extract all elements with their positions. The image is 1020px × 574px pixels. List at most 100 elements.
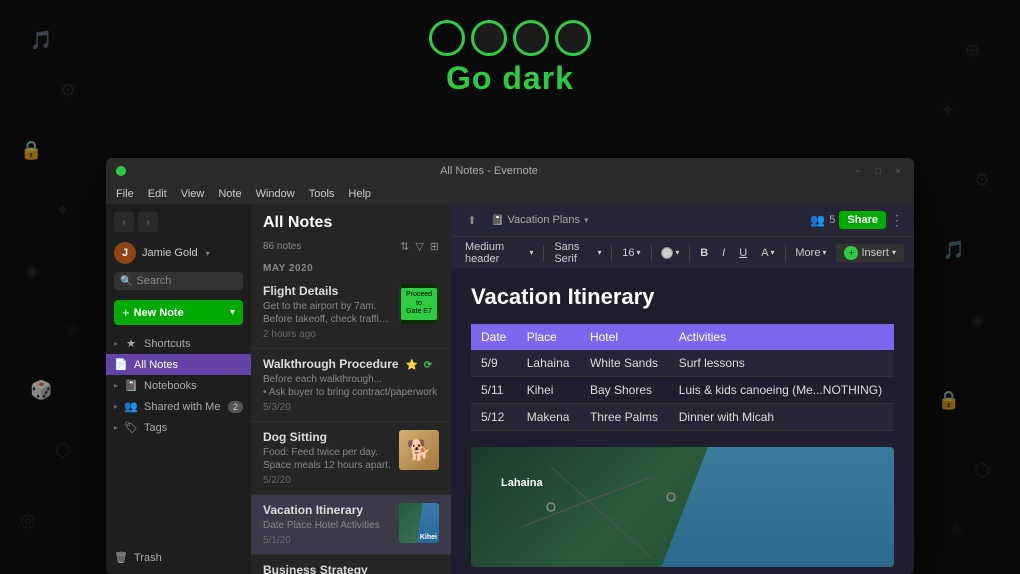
notebook-icon: 📓 [124,379,138,392]
share-icon[interactable]: ⬆ [461,209,483,231]
search-box[interactable]: 🔍 Search [114,272,243,290]
sidebar-item-all-notes[interactable]: 📄 All Notes [106,354,251,375]
editor-body[interactable]: Vacation Itinerary Date Place Hotel Acti… [451,268,914,574]
note-item-content: Flight Details Get to the airport by 7am… [263,284,393,340]
sidebar-item-label: All Notes [134,359,178,371]
sort-icon[interactable]: ⇅ [400,240,409,253]
font-family-selector[interactable]: Sans Serif ▾ [550,239,605,267]
note-item-date: 5/1/20 [263,535,393,546]
sidebar-item-notebooks[interactable]: ▸ 📓 Notebooks [106,375,251,396]
table-cell: 5/9 [471,350,517,377]
underline-button[interactable]: U [735,245,751,261]
badge: 2 [228,401,243,413]
menu-note[interactable]: Note [218,188,241,200]
share-button[interactable]: Share [839,211,886,229]
italic-button[interactable]: I [718,245,729,261]
insert-button[interactable]: + Insert ▾ [836,244,904,262]
star-badge-icon: ⭐ [406,360,418,371]
chevron-down-icon: ▾ [675,248,679,257]
chevron-down-icon: ▾ [771,248,775,257]
maximize-button[interactable]: □ [872,165,884,177]
table-cell: White Sands [580,350,669,377]
text-style-selector[interactable]: Medium header ▾ [461,239,537,267]
notes-group-label: MAY 2020 [251,257,451,276]
notebook-small-icon: 📓 [491,215,503,226]
notes-list-title: All Notes [263,214,439,232]
menu-tools[interactable]: Tools [309,188,335,200]
menu-help[interactable]: Help [348,188,371,200]
close-button[interactable]: × [892,165,904,177]
table-cell: 5/11 [471,377,517,404]
sidebar-nav-section: ▸ ★ Shortcuts 📄 All Notes ▸ 📓 Notebooks … [106,331,251,440]
note-item-business[interactable]: Business Strategy [251,555,451,574]
table-cell: Bay Shores [580,377,669,404]
note-title: Vacation Itinerary [471,284,894,310]
sidebar-item-tags[interactable]: ▸ 🏷 Tags [106,417,251,438]
collaborators-count: 5 [829,214,835,226]
search-icon: 🔍 [120,276,132,287]
note-item-flight[interactable]: Flight Details Get to the airport by 7am… [251,276,451,349]
map-water-area [661,447,894,567]
menu-window[interactable]: Window [256,188,295,200]
menu-edit[interactable]: Edit [148,188,167,200]
notebook-name: Vacation Plans [507,214,580,226]
minimize-button[interactable]: − [852,165,864,177]
note-item-vacation[interactable]: Vacation Itinerary Date Place Hotel Acti… [251,495,451,555]
filter-icon[interactable]: ▽ [415,240,423,253]
font-color-button[interactable]: A ▾ [757,245,778,261]
sidebar-item-label: Shared with Me [144,401,220,413]
menu-file[interactable]: File [116,188,134,200]
note-item-title: Business Strategy [263,563,439,574]
notes-meta: 86 notes ⇅ ▽ ⊞ [251,236,451,257]
table-row: 5/12 Makena Three Palms Dinner with Mica… [471,404,894,431]
note-item-preview: Date Place Hotel Activities [263,519,393,532]
more-options-button[interactable]: ⋮ [890,212,904,229]
note-item-content: Walkthrough Procedure ⭐ ⟳ Before each wa… [263,357,439,413]
user-profile[interactable]: J Jamie Gold ▾ [106,238,251,268]
nav-forward-button[interactable]: › [138,212,158,232]
notes-icon: 📄 [114,358,128,371]
toolbar-divider [785,245,786,261]
sidebar: ‹ › J Jamie Gold ▾ 🔍 Search + New Note ▾… [106,204,251,574]
editor-top-bar: ⬆ 📓 Vacation Plans ▾ 👥 5 Share ⋮ [451,204,914,236]
notes-count: 86 notes [263,241,392,252]
window-controls: − □ × [852,165,904,177]
app-favicon [116,166,126,176]
expander-icon: ▸ [114,423,118,432]
map-image: Lahaina [471,447,894,567]
note-item-date: 5/2/20 [263,475,393,486]
bold-button[interactable]: B [696,245,712,261]
font-size-selector[interactable]: 16 ▾ [618,245,644,261]
insert-icon: + [844,246,858,260]
note-item-content: Vacation Itinerary Date Place Hotel Acti… [263,503,393,546]
notebook-breadcrumb: 📓 Vacation Plans ▾ [491,214,589,226]
note-item-title: Walkthrough Procedure ⭐ ⟳ [263,357,439,371]
text-color-button[interactable]: ▾ [657,245,683,261]
note-thumbnail: Kihei [399,503,439,543]
note-item-dog[interactable]: Dog Sitting Food: Feed twice per day. Sp… [251,422,451,495]
note-item-preview: Before each walkthrough...• Ask buyer to… [263,373,439,399]
chevron-down-icon: ▾ [230,307,235,318]
sidebar-item-shortcuts[interactable]: ▸ ★ Shortcuts [106,333,251,354]
table-cell: Three Palms [580,404,669,431]
new-note-label: New Note [134,307,226,319]
window-title: All Notes - Evernote [132,165,846,177]
sidebar-item-label: Shortcuts [144,338,190,350]
trash-icon: 🗑 [114,551,128,564]
note-item-walkthrough[interactable]: Walkthrough Procedure ⭐ ⟳ Before each wa… [251,349,451,422]
plus-icon: + [122,305,130,320]
menu-view[interactable]: View [181,188,205,200]
table-cell: Luis & kids canoeing (Me...NOTHING) [669,377,894,404]
view-icon[interactable]: ⊞ [430,240,439,253]
chevron-down-icon: ▾ [892,248,896,257]
logo-circle-3 [513,20,549,56]
sidebar-item-shared[interactable]: ▸ 👥 Shared with Me 2 [106,396,251,417]
more-formatting-button[interactable]: More ▾ [791,245,830,261]
sidebar-item-trash[interactable]: 🗑 Trash [106,547,251,568]
table-cell: Dinner with Micah [669,404,894,431]
nav-back-button[interactable]: ‹ [114,212,134,232]
new-note-button[interactable]: + New Note ▾ [114,300,243,325]
color-circle-icon [661,247,673,259]
app-content: ‹ › J Jamie Gold ▾ 🔍 Search + New Note ▾… [106,204,914,574]
note-item-content: Dog Sitting Food: Feed twice per day. Sp… [263,430,393,486]
